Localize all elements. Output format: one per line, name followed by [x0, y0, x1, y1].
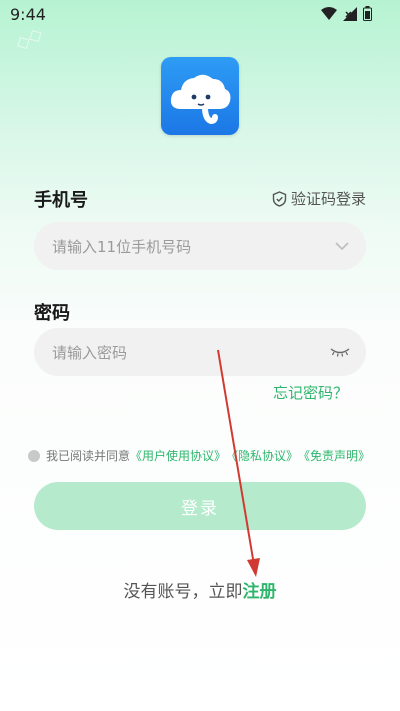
- signal-icon: [343, 6, 357, 21]
- verify-code-login-link[interactable]: 验证码登录: [272, 188, 366, 209]
- cloud-elephant-icon: [170, 74, 231, 125]
- status-icons: [321, 6, 372, 21]
- chevron-down-icon[interactable]: [334, 238, 350, 254]
- agreement-checkbox[interactable]: [28, 449, 40, 462]
- register-line: 没有账号，立即注册: [0, 577, 400, 602]
- disclaimer-link[interactable]: 《免责声明》: [298, 447, 370, 464]
- privacy-link[interactable]: 《隐私协议》: [226, 447, 298, 464]
- register-prefix: 没有账号，立即: [123, 582, 243, 602]
- app-logo: [161, 57, 239, 135]
- agreement-prefix: 我已阅读并同意: [46, 449, 131, 463]
- login-button[interactable]: 登录: [34, 482, 366, 530]
- battery-icon: [363, 6, 372, 21]
- eye-closed-icon[interactable]: [330, 345, 350, 359]
- agreement-row: 我已阅读并同意 《用户使用协议》 《隐私协议》 《免责声明》: [28, 447, 370, 464]
- password-label: 密码: [34, 303, 70, 324]
- phone-placeholder: 请输入11位手机号码: [52, 237, 192, 256]
- register-link[interactable]: 注册: [243, 582, 277, 602]
- wifi-icon: [321, 6, 337, 20]
- verify-login-label: 验证码登录: [290, 190, 366, 208]
- password-placeholder: 请输入密码: [52, 343, 128, 362]
- user-agreement-link[interactable]: 《用户使用协议》: [130, 447, 226, 464]
- forgot-password-link[interactable]: 忘记密码？: [273, 382, 348, 403]
- phone-label: 手机号: [34, 190, 88, 211]
- password-input[interactable]: 请输入密码: [34, 328, 366, 376]
- phone-input[interactable]: 请输入11位手机号码: [34, 222, 366, 270]
- shield-check-icon: [272, 190, 287, 207]
